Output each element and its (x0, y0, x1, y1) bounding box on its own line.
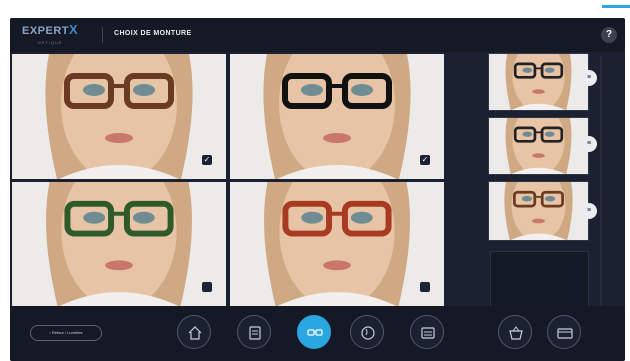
accent-line (602, 5, 630, 8)
lips (532, 218, 545, 224)
thumbnail-menu-button-1[interactable]: ≡ (581, 70, 597, 86)
model-photo (12, 182, 226, 306)
left-eye (522, 131, 533, 137)
clipboard-icon (249, 326, 261, 340)
left-eye (301, 84, 323, 96)
right-eye (544, 195, 556, 202)
right-eye (350, 211, 373, 224)
home-icon (188, 326, 202, 340)
left-eye (521, 195, 533, 202)
model-photo (230, 54, 444, 179)
right-eye (544, 131, 555, 137)
thumbnail-3[interactable] (488, 181, 589, 241)
basket-icon (509, 326, 523, 340)
model-photo (489, 54, 588, 110)
gallery-button[interactable] (410, 315, 444, 349)
right-eye (351, 84, 373, 96)
thumbnail-2[interactable] (488, 117, 589, 175)
card-icon (557, 328, 573, 339)
frame-tile-3[interactable] (12, 182, 226, 306)
model-photo (12, 54, 226, 179)
thumbnail-scrollbar[interactable] (600, 56, 602, 306)
select-checkbox-4[interactable] (420, 282, 430, 292)
empty-thumbnail-slot (490, 251, 589, 308)
lips (323, 260, 351, 271)
select-checkbox-1[interactable]: ✓ (202, 155, 212, 165)
home-button[interactable] (177, 315, 211, 349)
app-screen: EXPERTX OPTIQUE CHOIX DE MONTURE ? ✓ ✓ ≡… (10, 18, 625, 361)
thumbnail-menu-button-2[interactable]: ≡ (581, 136, 597, 152)
model-photo (489, 182, 588, 240)
left-eye (522, 67, 533, 73)
top-bar: EXPERTX OPTIQUE CHOIX DE MONTURE ? (10, 18, 625, 52)
lips (105, 133, 133, 143)
model-photo (230, 182, 444, 306)
gallery-icon (421, 327, 435, 339)
frame-tile-1[interactable]: ✓ (12, 54, 226, 179)
bottom-bar: ‹ Retour / Lunettes (10, 306, 625, 361)
logo-mark: X (69, 22, 79, 37)
logo-subtitle: OPTIQUE (37, 40, 63, 45)
right-eye (544, 67, 555, 73)
left-eye (83, 84, 105, 96)
left-eye (83, 211, 106, 224)
thumbnail-1[interactable] (488, 53, 589, 111)
lips (532, 89, 545, 94)
right-eye (133, 84, 155, 96)
back-button[interactable]: ‹ Retour / Lunettes (30, 325, 102, 341)
frame-tile-4[interactable] (230, 182, 444, 306)
frames-button[interactable] (297, 315, 331, 349)
face-icon (361, 326, 375, 340)
header-divider (102, 27, 103, 43)
model-photo (489, 118, 588, 174)
select-checkbox-2[interactable]: ✓ (420, 155, 430, 165)
glasses-icon (307, 329, 323, 336)
lips (532, 153, 545, 158)
lips (323, 133, 351, 143)
card-button[interactable] (547, 315, 581, 349)
basket-button[interactable] (498, 315, 532, 349)
frame-tile-2[interactable]: ✓ (230, 54, 444, 179)
right-eye (132, 211, 155, 224)
left-eye (301, 211, 324, 224)
select-checkbox-3[interactable] (202, 282, 212, 292)
logo-text: EXPERT (22, 25, 70, 37)
app-logo: EXPERTX OPTIQUE (22, 22, 79, 49)
help-button[interactable]: ? (601, 27, 617, 43)
lips (105, 260, 133, 271)
face-button[interactable] (350, 315, 384, 349)
clipboard-button[interactable] (237, 315, 271, 349)
thumbnail-menu-button-3[interactable]: ≡ (581, 203, 597, 219)
page-title: CHOIX DE MONTURE (114, 30, 192, 37)
